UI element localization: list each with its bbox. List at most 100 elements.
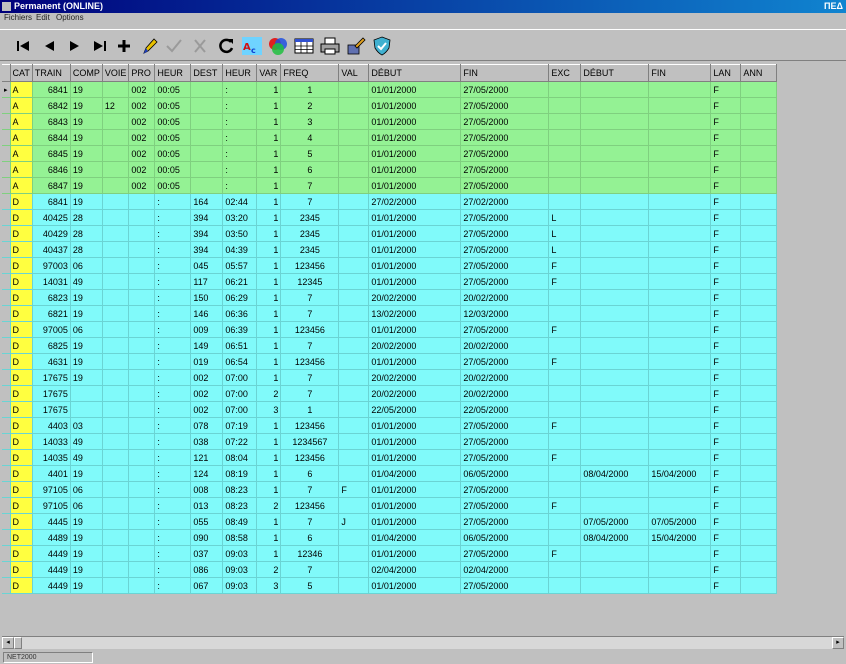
cell-heur-5[interactable]: : <box>154 385 192 402</box>
cell-dbut-11[interactable]: 01/01/2000 <box>368 449 462 466</box>
cell-train-1[interactable]: 6843 <box>32 113 71 130</box>
cell-lan-16[interactable]: F <box>710 113 742 130</box>
cell-train-1[interactable]: 4449 <box>32 561 71 578</box>
cell-train-1[interactable]: 40437 <box>32 241 71 258</box>
cell-fin-12[interactable]: 27/05/2000 <box>460 225 550 242</box>
cell-ann-17[interactable] <box>740 433 778 450</box>
cell-val-10[interactable]: J <box>338 513 370 530</box>
row-selector[interactable] <box>2 529 11 546</box>
cell-freq-9[interactable]: 2345 <box>280 225 340 242</box>
cell-lan-16[interactable]: F <box>710 289 742 306</box>
column-header-0[interactable]: CAT <box>10 64 33 82</box>
cell-fin-15[interactable] <box>648 145 712 162</box>
cell-dbut-14[interactable] <box>580 433 650 450</box>
table-row[interactable]: A 6847 19 002 00:05:1 7 01/01/2000 27/05/2000 F <box>2 177 778 194</box>
cell-lan-16[interactable]: F <box>710 97 742 114</box>
column-header-selector[interactable] <box>2 64 11 82</box>
column-header-6[interactable]: DEST <box>190 64 224 82</box>
cell-freq-9[interactable]: 2345 <box>280 241 340 258</box>
cell-pro-4[interactable]: 002 <box>128 113 156 130</box>
cell-dbut-14[interactable] <box>580 273 650 290</box>
cell-fin-15[interactable]: 15/04/2000 <box>648 465 712 482</box>
cell-ann-17[interactable] <box>740 465 778 482</box>
table-row[interactable]: D 6841 19:164 02:44 1 7 27/02/2000 27/02/2000 F <box>2 193 778 210</box>
cell-fin-12[interactable]: 27/05/2000 <box>460 481 550 498</box>
cell-ann-17[interactable] <box>740 225 778 242</box>
cell-exc-13[interactable]: F <box>548 545 582 562</box>
cell-heur-5[interactable]: : <box>154 225 192 242</box>
cell-fin-15[interactable] <box>648 337 712 354</box>
cell-var-8[interactable]: 2 <box>256 561 282 578</box>
cell-dbut-14[interactable]: 07/05/2000 <box>580 513 650 530</box>
cell-comp-2[interactable]: 19 <box>70 161 103 178</box>
cell-voie-3[interactable] <box>102 129 130 146</box>
cell-dest-6[interactable]: 164 <box>190 193 224 210</box>
cell-dbut-14[interactable] <box>580 417 650 434</box>
cell-train-1[interactable]: 4449 <box>32 577 71 594</box>
cell-voie-3[interactable] <box>102 481 130 498</box>
cell-heur-5[interactable]: : <box>154 465 192 482</box>
cell-train-1[interactable]: 97003 <box>32 257 71 274</box>
cell-var-8[interactable]: 1 <box>256 129 282 146</box>
cell-dest-6[interactable]: 019 <box>190 353 224 370</box>
cell-comp-2[interactable] <box>70 401 103 418</box>
data-grid[interactable]: CAT TRAIN COMP VOIE PRO HEUR DEST HEUR VAR FREQ VA… <box>2 64 844 633</box>
cell-dbut-11[interactable]: 01/01/2000 <box>368 433 462 450</box>
cell-cat-0[interactable]: D <box>10 545 33 562</box>
cell-exc-13[interactable] <box>548 337 582 354</box>
cell-var-8[interactable]: 1 <box>256 337 282 354</box>
cell-ann-17[interactable] <box>740 545 778 562</box>
cell-freq-9[interactable]: 6 <box>280 161 340 178</box>
cell-freq-9[interactable]: 2345 <box>280 209 340 226</box>
cell-dbut-14[interactable] <box>580 97 650 114</box>
cell-ann-17[interactable] <box>740 321 778 338</box>
cell-fin-15[interactable] <box>648 209 712 226</box>
cell-dbut-14[interactable] <box>580 305 650 322</box>
cell-fin-12[interactable]: 20/02/2000 <box>460 289 550 306</box>
cell-fin-15[interactable] <box>648 321 712 338</box>
cell-cat-0[interactable]: D <box>10 321 33 338</box>
cell-dest-6[interactable]: 055 <box>190 513 224 530</box>
cell-voie-3[interactable] <box>102 241 130 258</box>
column-header-4[interactable]: PRO <box>128 64 156 82</box>
scroll-thumb[interactable] <box>14 637 22 649</box>
cell-pro-4[interactable] <box>128 561 156 578</box>
cell-dbut-11[interactable]: 27/02/2000 <box>368 193 462 210</box>
cell-exc-13[interactable] <box>548 481 582 498</box>
cell-dbut-14[interactable] <box>580 497 650 514</box>
row-selector[interactable] <box>2 449 11 466</box>
table-row[interactable]: D 4445 19:055 08:49 1 7 J 01/01/2000 27/05/2000 0… <box>2 513 778 530</box>
cell-pro-4[interactable] <box>128 225 156 242</box>
cell-voie-3[interactable] <box>102 385 130 402</box>
table-row[interactable]: D 97003 06:045 05:57 1 123456 01/01/2000 27/05/… <box>2 257 778 274</box>
column-header-11[interactable]: DÉBUT <box>368 64 462 82</box>
cell-comp-2[interactable]: 03 <box>70 417 103 434</box>
cell-lan-16[interactable]: F <box>710 225 742 242</box>
cell-ann-17[interactable] <box>740 257 778 274</box>
cell-train-1[interactable]: 97005 <box>32 321 71 338</box>
cell-voie-3[interactable] <box>102 321 130 338</box>
cell-heur-5[interactable]: : <box>154 417 192 434</box>
cell-ann-17[interactable] <box>740 97 778 114</box>
cell-freq-9[interactable]: 7 <box>280 305 340 322</box>
column-header-2[interactable]: COMP <box>70 64 103 82</box>
row-selector[interactable] <box>2 241 11 258</box>
cell-freq-9[interactable]: 7 <box>280 177 340 194</box>
cell-heur-5[interactable]: : <box>154 209 192 226</box>
cell-val-10[interactable] <box>338 145 370 162</box>
cell-comp-2[interactable]: 49 <box>70 273 103 290</box>
cell-fin-15[interactable]: 15/04/2000 <box>648 529 712 546</box>
cell-dbut-11[interactable]: 01/01/2000 <box>368 161 462 178</box>
cell-heur-7[interactable]: 02:44 <box>222 193 258 210</box>
cell-ann-17[interactable] <box>740 177 778 194</box>
cell-heur-7[interactable]: : <box>222 129 258 146</box>
cell-dbut-11[interactable]: 13/02/2000 <box>368 305 462 322</box>
cell-freq-9[interactable]: 7 <box>280 289 340 306</box>
cell-lan-16[interactable]: F <box>710 257 742 274</box>
grid-button[interactable] <box>292 34 316 58</box>
cell-train-1[interactable]: 14035 <box>32 449 71 466</box>
cell-val-10[interactable] <box>338 321 370 338</box>
cell-fin-15[interactable] <box>648 481 712 498</box>
cell-ann-17[interactable] <box>740 385 778 402</box>
cell-cat-0[interactable]: D <box>10 193 33 210</box>
